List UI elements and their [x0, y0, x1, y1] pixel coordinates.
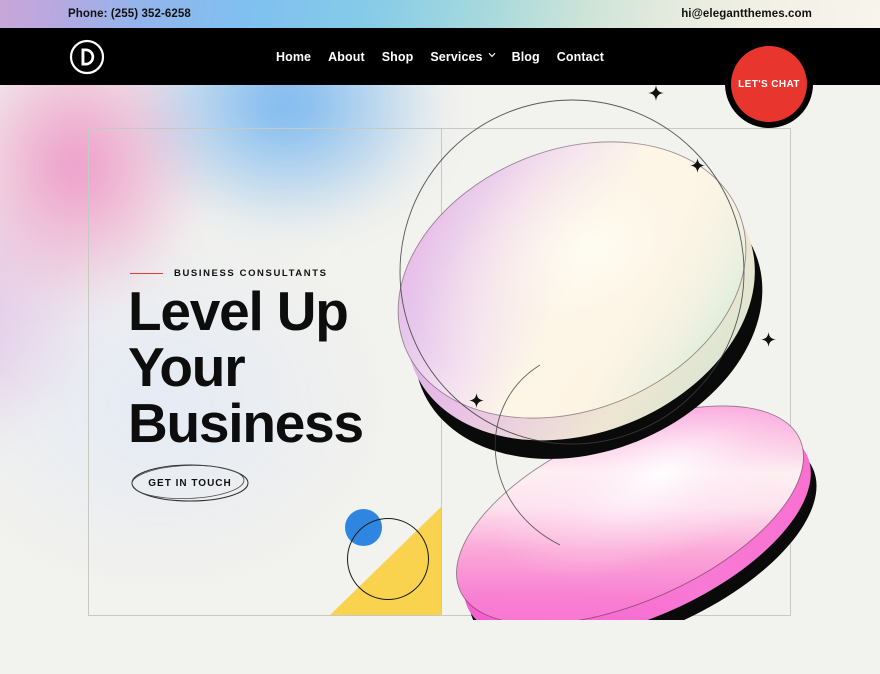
cta-label: GET IN TOUCH — [148, 477, 232, 489]
headline-line-2: Your — [128, 336, 246, 398]
eyebrow-rule — [130, 272, 163, 275]
sparkle-icon — [648, 85, 664, 101]
top-utility-bar: Phone: (255) 352-6258 hi@elegantthemes.c… — [0, 0, 880, 28]
nav-item-contact[interactable]: Contact — [557, 50, 604, 64]
headline-line-1: Level Up — [128, 280, 349, 342]
nav-item-services[interactable]: Services — [430, 49, 496, 64]
get-in-touch-button[interactable]: GET IN TOUCH — [130, 462, 250, 504]
chevron-down-icon — [488, 52, 496, 59]
headline-line-3: Business — [128, 392, 364, 454]
nav-label: Home — [275, 49, 312, 64]
nav-label: Shop — [381, 49, 414, 64]
outline-circle-accent — [347, 518, 429, 600]
lets-chat-widget: LET'S CHAT — [725, 40, 813, 128]
lets-chat-button[interactable]: LET'S CHAT — [731, 46, 807, 122]
nav-item-blog[interactable]: Blog — [512, 50, 540, 64]
topbar-phone: Phone: (255) 352-6258 — [68, 0, 191, 28]
page-title: Level Up Your Business — [128, 283, 428, 451]
nav-label: Contact — [556, 49, 605, 64]
lets-chat-label: LET'S CHAT — [738, 78, 800, 90]
phone-label: Phone: (255) 352-6258 — [68, 8, 191, 20]
nav-label: Blog — [511, 49, 540, 64]
nav-item-about[interactable]: About — [328, 50, 365, 64]
hero-page: Phone: (255) 352-6258 hi@elegantthemes.c… — [0, 0, 880, 674]
eyebrow: BUSINESS CONSULTANTS — [130, 268, 328, 279]
topbar-email[interactable]: hi@elegantthemes.com — [681, 0, 812, 28]
nav-label: Services — [430, 49, 483, 64]
eyebrow-label: BUSINESS CONSULTANTS — [174, 268, 328, 279]
nav-label: About — [328, 49, 365, 64]
nav-item-shop[interactable]: Shop — [382, 50, 414, 64]
nav-item-home[interactable]: Home — [276, 50, 311, 64]
email-link[interactable]: hi@elegantthemes.com — [681, 8, 812, 20]
